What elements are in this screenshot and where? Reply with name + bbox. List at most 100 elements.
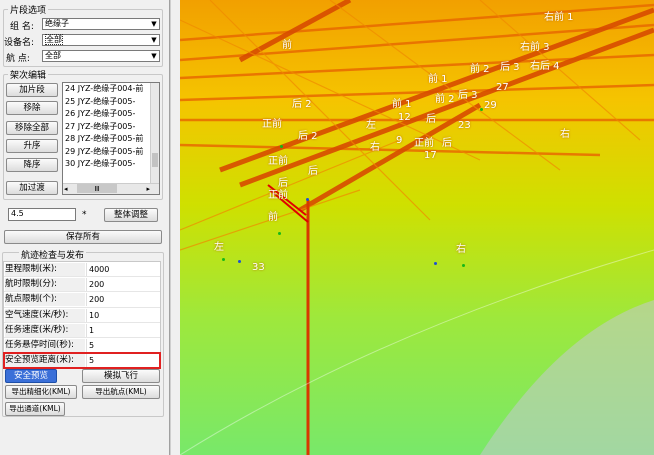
remove-button[interactable]: 移除	[6, 101, 58, 115]
group-name-label: 组 名:	[10, 22, 34, 32]
save-all-button[interactable]: 保存所有	[4, 230, 162, 244]
point-cloud-viewport[interactable]: 右前 1 右前 3 右后 4 前 2 后 3 前 前 1 前 2 后 3 27 …	[180, 0, 654, 455]
viewport-label: 前	[282, 40, 292, 51]
point-cloud-scene	[180, 0, 654, 455]
chevron-down-icon: ▼	[151, 36, 157, 44]
export-channel-kml-button[interactable]: 导出通道(KML)	[5, 402, 65, 416]
route-params-table: 里程限制(米): 4000 航时限制(分): 200 航点限制(个): 200 空气速…	[3, 261, 161, 370]
waypoint-marker[interactable]	[222, 258, 225, 261]
viewport-label: 右	[560, 129, 570, 140]
chevron-down-icon: ▼	[151, 52, 157, 60]
list-item[interactable]: 28 JYZ-绝缘子005-前	[63, 133, 159, 146]
table-row: 航点限制(个): 200	[4, 292, 160, 308]
table-row: 任务速度(米/秒): 1	[4, 323, 160, 338]
arrow-right-icon[interactable]: ▸	[146, 184, 150, 194]
list-item[interactable]: 29 JYZ-绝缘子005-前	[63, 146, 159, 159]
viewport-label: 27	[496, 82, 509, 93]
table-row: 任务悬停时间(秒): 5	[4, 338, 160, 354]
viewport-label: 前 2	[435, 94, 455, 105]
param-value-field[interactable]: 200	[86, 278, 160, 292]
viewport-label: 前 1	[392, 99, 412, 110]
waypoint-marker[interactable]	[278, 232, 281, 235]
list-item[interactable]: 24 JYZ-绝缘子004-前	[63, 83, 159, 96]
viewport-label: 29	[484, 100, 497, 111]
route-check-title: 航迹检查与发布	[19, 248, 87, 261]
viewport-label: 23	[458, 120, 471, 131]
device-name-label: 设备名:	[4, 38, 35, 48]
viewport-label: 前	[268, 212, 278, 223]
panel-splitter[interactable]	[170, 0, 180, 455]
group-name-select[interactable]: 绝缘子 ▼	[42, 18, 160, 30]
viewport-label: 左	[214, 242, 224, 253]
export-waypoint-kml-button[interactable]: 导出航点(KML)	[82, 385, 160, 399]
scroll-thumb[interactable]	[152, 153, 158, 167]
viewport-label: 17	[424, 150, 437, 161]
viewport-label: 后	[442, 138, 452, 149]
segment-list[interactable]: 24 JYZ-绝缘子004-前 25 JYZ-绝缘子005- 26 JYZ-绝缘…	[62, 82, 160, 195]
param-value-field[interactable]: 5	[86, 338, 160, 352]
arrow-left-icon[interactable]: ◂	[64, 184, 68, 194]
table-row: 空气速度(米/秒): 10	[4, 308, 160, 323]
safety-preview-distance-row: 安全预览距离(米): 5	[3, 352, 161, 370]
waypoint-marker[interactable]	[238, 260, 241, 263]
export-refine-kml-button[interactable]: 导出精细化(KML)	[5, 385, 77, 399]
chevron-down-icon: ▼	[151, 20, 157, 28]
add-segment-button[interactable]: 加片段	[6, 83, 58, 97]
arch-edit-title: 架次编辑	[8, 68, 49, 81]
waypoint-marker[interactable]	[434, 262, 437, 265]
param-value-field[interactable]: 5	[86, 354, 160, 368]
horizontal-scrollbar[interactable]: ◂ Ⅲ ▸	[63, 183, 159, 194]
viewport-label: 正前	[268, 156, 288, 167]
waypoint-select[interactable]: 全部 ▼	[42, 50, 160, 62]
viewport-label: 右前 1	[544, 12, 574, 23]
left-control-panel: 片段选项 组 名: 绝缘子 ▼ 设备名: 全部 ▼ 航 点: 全部 ▼ 架次编辑 加片…	[0, 0, 170, 455]
param-value-field[interactable]: 10	[86, 308, 160, 322]
safe-preview-button[interactable]: 安全预览	[5, 369, 57, 383]
scroll-thumb-grip[interactable]: Ⅲ	[77, 184, 117, 193]
viewport-label: 右后 4	[530, 61, 560, 72]
adjust-value-input[interactable]: 4.5	[8, 208, 76, 221]
list-item[interactable]: 27 JYZ-绝缘子005-	[63, 121, 159, 134]
waypoint-marker[interactable]	[480, 108, 483, 111]
descend-button[interactable]: 降序	[6, 158, 58, 172]
viewport-label: 后 3	[500, 62, 520, 73]
viewport-label: 右	[370, 142, 380, 153]
viewport-label: 后	[426, 114, 436, 125]
remove-all-button[interactable]: 移除全部	[6, 121, 58, 135]
viewport-label: 12	[398, 112, 411, 123]
viewport-label: 正前	[414, 138, 434, 149]
viewport-label: 左	[366, 120, 376, 131]
ascend-button[interactable]: 升序	[6, 139, 58, 153]
viewport-label: 后 3	[458, 90, 478, 101]
waypoint-marker[interactable]	[280, 145, 283, 148]
viewport-label: 右前 3	[520, 42, 550, 53]
list-item[interactable]: 30 JYZ-绝缘子005-	[63, 158, 159, 171]
vertical-scrollbar[interactable]	[150, 83, 159, 183]
add-transition-button[interactable]: 加过渡	[6, 181, 58, 195]
viewport-label: 后 2	[298, 131, 318, 142]
viewport-label: 9	[396, 135, 403, 146]
table-row: 航时限制(分): 200	[4, 277, 160, 293]
viewport-label: 前 2	[470, 64, 490, 75]
param-value-field[interactable]: 200	[86, 293, 160, 307]
device-name-select[interactable]: 全部 ▼	[42, 34, 160, 46]
overall-adjust-button[interactable]: 整体调整	[104, 208, 158, 222]
viewport-label: 33	[252, 262, 265, 273]
simulate-flight-button[interactable]: 模拟飞行	[82, 369, 160, 383]
viewport-label: 前 1	[428, 74, 448, 85]
viewport-label: 后 2	[292, 99, 312, 110]
waypoint-marker[interactable]	[306, 198, 309, 201]
waypoint-label: 航 点:	[6, 54, 30, 64]
param-value-field[interactable]: 4000	[86, 263, 160, 276]
viewport-label: 正前	[262, 119, 282, 130]
list-item[interactable]: 25 JYZ-绝缘子005-	[63, 96, 159, 109]
viewport-label: 后	[308, 166, 318, 177]
param-value-field[interactable]: 1	[86, 323, 160, 337]
viewport-label: 右	[456, 244, 466, 255]
viewport-label: 正前	[268, 190, 288, 201]
list-item[interactable]: 26 JYZ-绝缘子005-	[63, 108, 159, 121]
table-row: 里程限制(米): 4000	[4, 262, 160, 278]
waypoint-marker[interactable]	[462, 264, 465, 267]
segment-options-title: 片段选项	[8, 3, 49, 16]
adjust-unit: *	[82, 210, 87, 220]
